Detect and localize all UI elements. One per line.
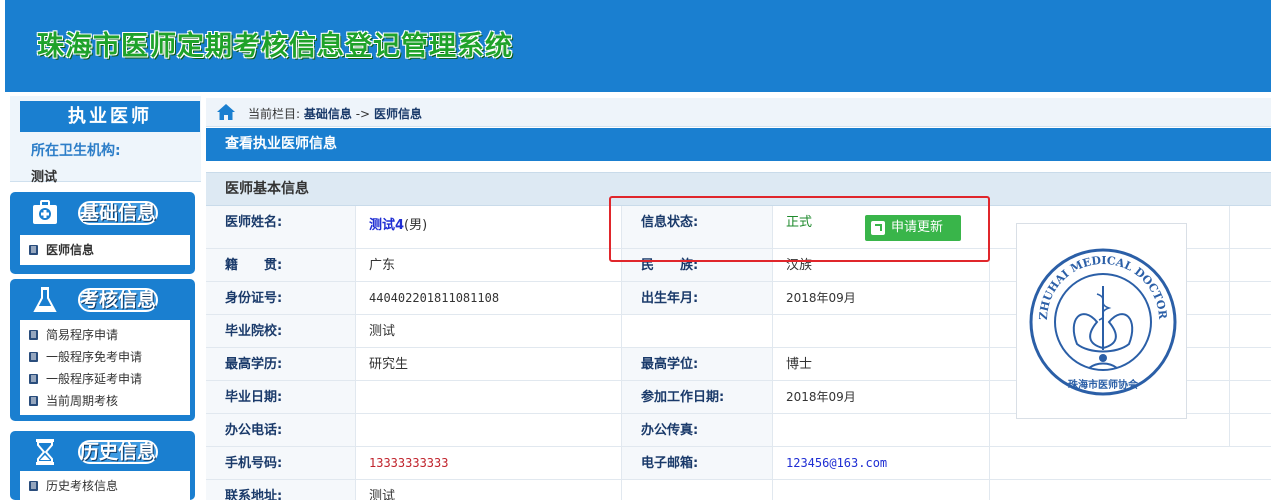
sidebar-item-label: 历史考核信息 bbox=[46, 479, 119, 493]
book-icon bbox=[29, 352, 38, 362]
system-title: 珠海市医师定期考核信息登记管理系统 bbox=[37, 31, 513, 62]
grid-divider bbox=[1229, 206, 1230, 446]
school-label: 毕业院校: bbox=[206, 315, 355, 347]
org-label: 所在卫生机构: bbox=[31, 143, 121, 159]
office-fax-label: 办公传真: bbox=[622, 414, 772, 446]
logo-inner-text: 珠海市医师协会 bbox=[1068, 378, 1138, 391]
mobile-label: 手机号码: bbox=[206, 447, 355, 479]
native-place-value: 广东 bbox=[369, 258, 396, 273]
book-icon bbox=[29, 481, 38, 491]
logo-ring-text: ZHUHAI MEDICAL DOCTOR ASSOCIATION bbox=[1017, 224, 1169, 321]
birth-value: 2018年09月 bbox=[786, 291, 856, 305]
address-value: 测试 bbox=[369, 489, 396, 500]
nav-group-history: 历史信息 历史考核信息 bbox=[10, 431, 195, 500]
id-number-value: 440402201811081108 bbox=[369, 291, 500, 305]
breadcrumb-level2[interactable]: 医师信息 bbox=[374, 107, 422, 121]
table-row: 手机号码: 13333333333 电子邮箱: 123456@163.com bbox=[206, 447, 1271, 480]
breadcrumb-level1[interactable]: 基础信息 bbox=[304, 107, 352, 121]
doctor-sex: (男) bbox=[404, 218, 428, 233]
mobile-value: 13333333333 bbox=[369, 456, 449, 470]
education-value: 研究生 bbox=[369, 357, 409, 372]
sidebar-item-history-exam[interactable]: 历史考核信息 bbox=[20, 475, 190, 497]
org-value: 测试 bbox=[31, 170, 58, 185]
degree-label: 最高学位: bbox=[622, 348, 772, 380]
nav-group-title: 基础信息 bbox=[78, 201, 158, 225]
office-phone-label: 办公电话: bbox=[206, 414, 355, 446]
main-content: 当前栏目: 基础信息 -> 医师信息 查看执业医师信息 医师基本信息 医师姓名:… bbox=[206, 98, 1271, 500]
nav-group-title: 历史信息 bbox=[78, 440, 158, 464]
sidebar-item-label: 一般程序延考申请 bbox=[46, 372, 143, 386]
breadcrumb: 当前栏目: 基础信息 -> 医师信息 bbox=[206, 98, 1271, 127]
work-start-value: 2018年09月 bbox=[786, 390, 856, 404]
book-icon bbox=[29, 245, 38, 255]
table-row: 联系地址: 测试 bbox=[206, 480, 1271, 500]
breadcrumb-text: 当前栏目: 基础信息 -> 医师信息 bbox=[248, 105, 422, 122]
grad-date-label: 毕业日期: bbox=[206, 381, 355, 413]
nav-group-title: 考核信息 bbox=[78, 288, 158, 312]
nav-group-header[interactable]: 考核信息 bbox=[10, 279, 195, 319]
grid-divider bbox=[355, 206, 356, 500]
sidebar-item-doctor-info[interactable]: 医师信息 bbox=[20, 239, 190, 261]
nav-group-header[interactable]: 基础信息 bbox=[10, 192, 195, 232]
sidebar-item-label: 简易程序申请 bbox=[46, 328, 119, 342]
office-fax-value bbox=[773, 414, 989, 446]
association-logo: ZHUHAI MEDICAL DOCTOR ASSOCIATION 珠海市医师协… bbox=[1012, 214, 1177, 396]
sidebar-item-exempt-apply[interactable]: 一般程序免考申请 bbox=[20, 346, 190, 368]
name-label: 医师姓名: bbox=[206, 206, 355, 248]
birth-label: 出生年月: bbox=[622, 282, 772, 314]
office-phone-value bbox=[356, 414, 621, 446]
user-panel: 执业医师 所在卫生机构: 测试 bbox=[10, 96, 201, 185]
book-icon bbox=[29, 396, 38, 406]
sidebar-item-label: 一般程序免考申请 bbox=[46, 350, 143, 364]
doctor-name[interactable]: 测试4 bbox=[369, 218, 404, 233]
hourglass-icon bbox=[36, 439, 54, 465]
flask-icon bbox=[33, 287, 57, 312]
nav-list: 历史考核信息 bbox=[20, 471, 190, 500]
id-number-label: 身份证号: bbox=[206, 282, 355, 314]
top-banner: 珠海市医师定期考核信息登记管理系统 bbox=[5, 0, 1271, 92]
home-icon bbox=[217, 104, 235, 120]
breadcrumb-prefix: 当前栏目: bbox=[248, 107, 301, 121]
sidebar-item-defer-apply[interactable]: 一般程序延考申请 bbox=[20, 368, 190, 390]
book-icon bbox=[29, 374, 38, 384]
book-icon bbox=[29, 330, 38, 340]
doctor-photo: ZHUHAI MEDICAL DOCTOR ASSOCIATION 珠海市医师协… bbox=[1012, 214, 1187, 419]
mobile-value-cell: 13333333333 bbox=[356, 447, 621, 479]
nav-list: 医师信息 bbox=[20, 235, 190, 265]
school-value: 测试 bbox=[369, 324, 396, 339]
role-title: 执业医师 bbox=[20, 101, 200, 132]
nav-list: 简易程序申请 一般程序免考申请 一般程序延考申请 当前周期考核 bbox=[20, 320, 190, 415]
highlight-box bbox=[609, 196, 990, 262]
nav-group-header[interactable]: 历史信息 bbox=[10, 431, 195, 471]
grad-date-value bbox=[356, 381, 621, 413]
sidebar-item-simple-apply[interactable]: 简易程序申请 bbox=[20, 324, 190, 346]
email-value-cell: 123456@163.com bbox=[773, 447, 989, 479]
section-title: 查看执业医师信息 bbox=[206, 128, 1271, 161]
education-label: 最高学历: bbox=[206, 348, 355, 380]
nav-group-exam: 考核信息 简易程序申请 一般程序免考申请 一般程序延考申请 当前周期考核 bbox=[10, 279, 195, 421]
medical-kit-icon bbox=[33, 200, 57, 224]
sidebar-item-label: 医师信息 bbox=[46, 243, 95, 257]
address-label: 联系地址: bbox=[206, 480, 355, 500]
sidebar-item-label: 当前周期考核 bbox=[46, 394, 119, 408]
breadcrumb-separator: -> bbox=[355, 107, 371, 121]
email-value: 123456@163.com bbox=[786, 456, 888, 470]
work-start-label: 参加工作日期: bbox=[622, 381, 772, 413]
nav-group-basic: 基础信息 医师信息 bbox=[10, 192, 195, 274]
native-place-label: 籍 贯: bbox=[206, 249, 355, 281]
sidebar: 执业医师 所在卫生机构: 测试 基础信息 医师信息 考核信息 简易程序申请 一般… bbox=[5, 92, 201, 500]
degree-value: 博士 bbox=[786, 357, 813, 372]
name-value-cell: 测试4(男) bbox=[356, 206, 621, 248]
email-label: 电子邮箱: bbox=[622, 447, 772, 479]
sidebar-item-current-exam[interactable]: 当前周期考核 bbox=[20, 390, 190, 412]
